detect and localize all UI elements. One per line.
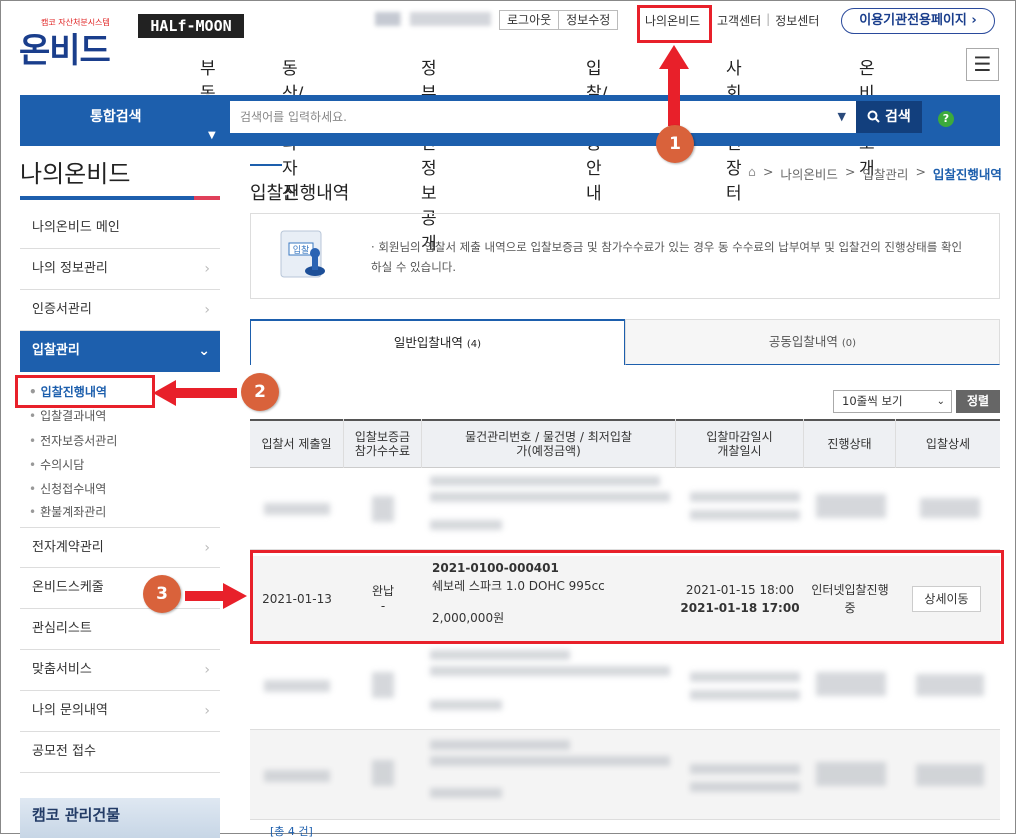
step-badge-3: 3 [143,575,181,613]
step-badge-1: 1 [656,125,694,163]
annotation-arrows [153,45,689,609]
step-badge-2: 2 [241,373,279,411]
arrow-up-icon [659,45,689,126]
arrow-left-icon [153,380,237,406]
arrow-right-icon [185,583,247,609]
